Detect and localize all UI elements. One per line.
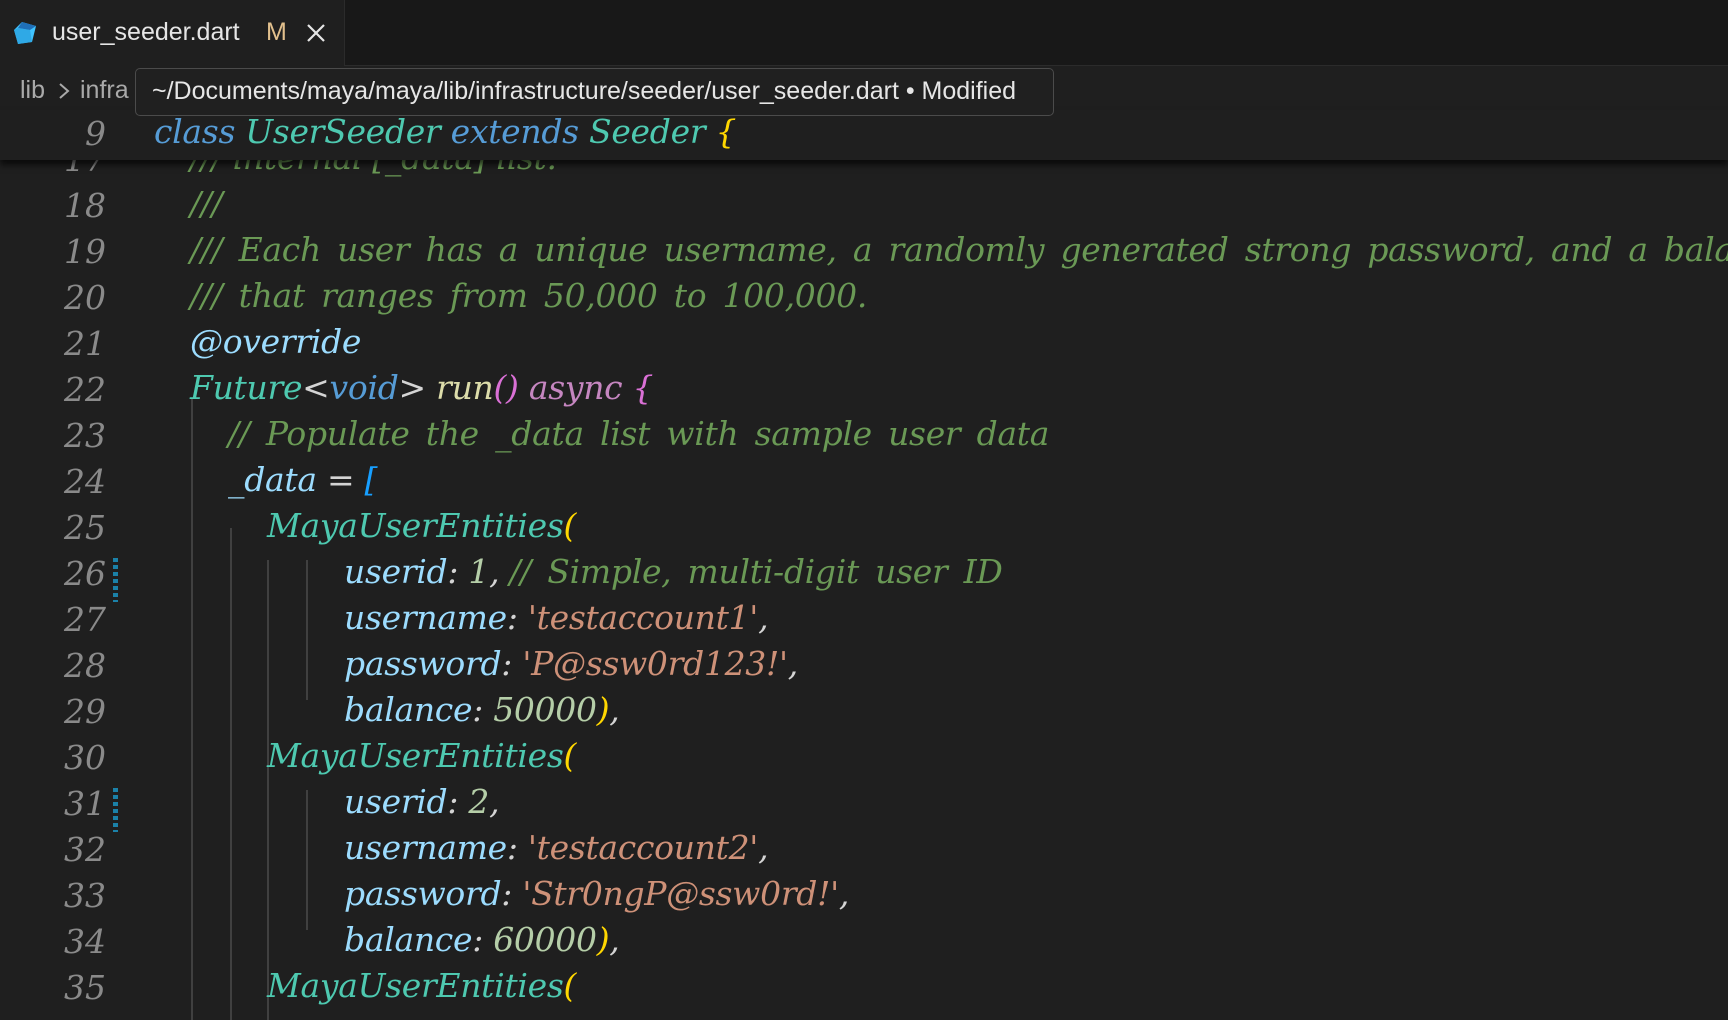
method-parens: () (493, 368, 519, 407)
line-number: 25 (64, 508, 106, 547)
field-key: balance (344, 690, 473, 729)
field-key: userid (344, 782, 448, 821)
code-line-constructor: MayaUserEntities( (267, 966, 576, 1005)
code-line-field: username: 'testaccount1', (344, 598, 769, 637)
keyword-extends: extends (450, 112, 579, 151)
line-number: 28 (64, 646, 106, 685)
class-ref: MayaUserEntities (267, 506, 564, 545)
indent-guide (230, 528, 232, 1020)
line-number: 19 (64, 232, 106, 271)
sticky-scroll-header[interactable]: 9 class UserSeeder extends Seeder { (0, 110, 1728, 160)
close-paren: ) (596, 920, 610, 959)
paren: ( (563, 736, 577, 775)
sticky-class-declaration: class UserSeeder extends Seeder { (154, 112, 737, 151)
code-line: /// (190, 184, 223, 223)
operator: = (326, 460, 355, 499)
code-line-run-method: Future<void> run() async { (190, 368, 654, 407)
file-path-tooltip: ~/Documents/maya/maya/lib/infrastructure… (135, 68, 1054, 116)
class-name: UserSeeder (245, 112, 441, 151)
class-ref: MayaUserEntities (267, 736, 564, 775)
code-line: /// that ranges from 50,000 to 100,000. (190, 276, 868, 315)
field-value: 'testaccount1' (527, 598, 759, 637)
keyword-async: async (528, 368, 623, 407)
indent-guide (191, 398, 193, 1020)
code-line: /// Each user has a unique username, a r… (190, 230, 1728, 269)
code-line-field: balance: 50000), (344, 690, 620, 729)
superclass-name: Seeder (589, 112, 706, 151)
code-line-field: password: 'P@ssw0rd123!', (344, 644, 798, 683)
line-number: 26 (64, 554, 106, 593)
code-line: // Populate the _data list with sample u… (228, 414, 1050, 453)
chevron-right-icon (59, 83, 70, 99)
close-paren: ) (596, 690, 610, 729)
annotation-override: @override (190, 322, 362, 361)
line-number: 35 (64, 968, 106, 1007)
breadcrumb-item-infra[interactable]: infra (80, 76, 129, 105)
code-editor[interactable]: 17 /// internal [_data] list. 18 /// 19 … (0, 150, 1728, 1020)
paren: ( (563, 966, 577, 1005)
change-marker[interactable] (113, 558, 118, 602)
editor-tab[interactable]: user_seeder.dart M (0, 0, 345, 66)
line-number: 27 (64, 600, 106, 639)
field-value: 'Str0ngP@ssw0rd!' (522, 874, 839, 913)
paren: ( (563, 506, 577, 545)
code-line-field: userid: 1, // Simple, multi-digit user I… (344, 552, 1003, 591)
tab-bar: user_seeder.dart M (0, 0, 1728, 66)
code-line-field: username: 'testaccount2', (344, 828, 769, 867)
line-number: 18 (64, 186, 106, 225)
line-number: 23 (64, 416, 106, 455)
close-icon[interactable] (303, 20, 329, 46)
line-number: 30 (64, 738, 106, 777)
indent-guide (306, 790, 308, 930)
field-value: 'P@ssw0rd123!' (522, 644, 788, 683)
dart-file-icon (14, 22, 36, 44)
list-bracket: [ (364, 460, 378, 499)
open-brace: { (715, 112, 737, 151)
code-line-field: userid: 2, (344, 782, 500, 821)
method-brace: { (632, 368, 654, 407)
field-key: password (344, 874, 502, 913)
code-line-data-assign: _data = [ (228, 460, 377, 499)
line-number: 32 (64, 830, 106, 869)
field-value: 1 (468, 552, 490, 591)
class-ref: MayaUserEntities (267, 966, 564, 1005)
keyword-class: class (154, 112, 236, 151)
type-future: Future (190, 368, 303, 407)
indent-guide (267, 560, 269, 1020)
line-number: 21 (64, 324, 106, 363)
field-key: username (344, 598, 507, 637)
tab-filename: user_seeder.dart (52, 18, 240, 46)
field-key: password (344, 644, 502, 683)
method-name: run (436, 368, 494, 407)
line-number: 24 (64, 462, 106, 501)
sticky-line-number: 9 (85, 114, 106, 153)
field-value: 2 (468, 782, 490, 821)
line-number: 22 (64, 370, 106, 409)
code-line-field: balance: 60000), (344, 920, 620, 959)
inline-comment: // Simple, multi-digit user ID (509, 552, 1003, 591)
code-line-constructor: MayaUserEntities( (267, 506, 576, 545)
field-key: balance (344, 920, 473, 959)
code-line-constructor: MayaUserEntities( (267, 736, 576, 775)
breadcrumb-item-lib[interactable]: lib (20, 76, 45, 105)
line-number: 29 (64, 692, 106, 731)
line-number: 33 (64, 876, 106, 915)
type-void: void (329, 368, 399, 407)
variable-data: _data (228, 460, 317, 499)
field-key: username (344, 828, 507, 867)
modified-badge: M (266, 18, 287, 46)
indent-guide (306, 560, 308, 700)
line-number: 31 (64, 784, 106, 823)
line-number: 20 (64, 278, 106, 317)
field-value: 50000 (493, 690, 597, 729)
field-key: userid (344, 552, 448, 591)
field-value: 'testaccount2' (527, 828, 759, 867)
field-value: 60000 (493, 920, 597, 959)
change-marker[interactable] (113, 788, 118, 832)
line-number: 34 (64, 922, 106, 961)
code-line-field: password: 'Str0ngP@ssw0rd!', (344, 874, 850, 913)
